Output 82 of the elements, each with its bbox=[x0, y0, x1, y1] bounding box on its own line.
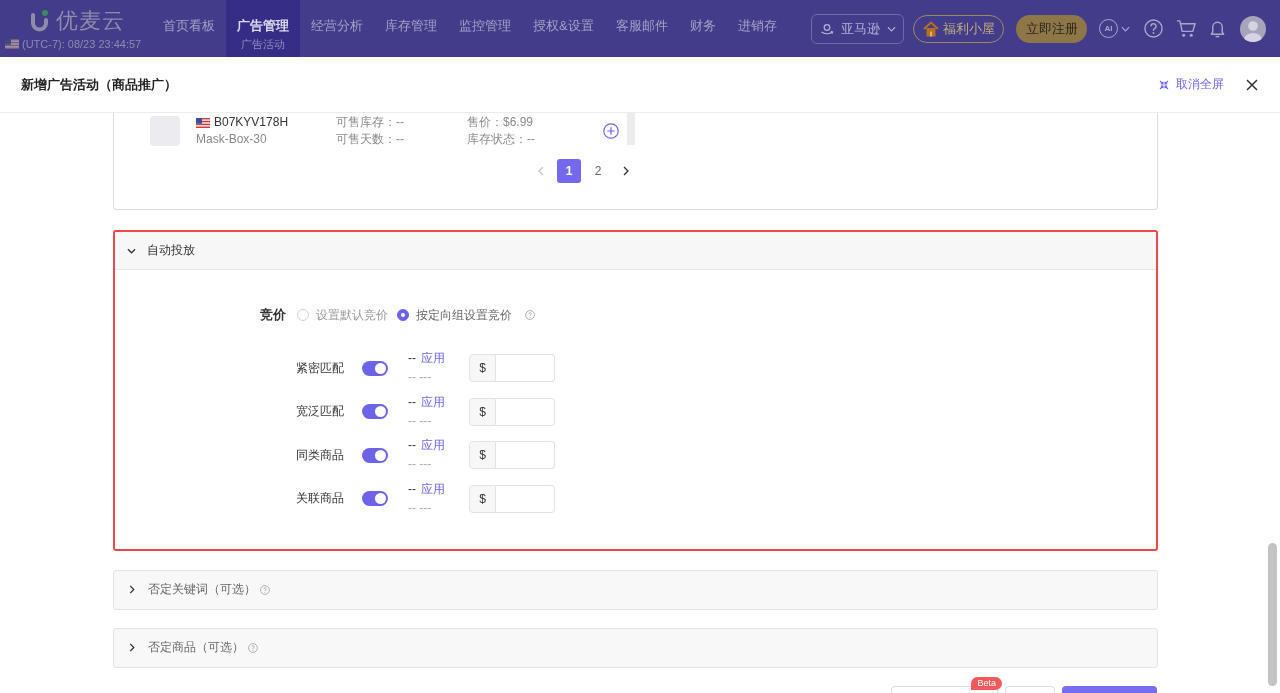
asin-text: B07KYV178H bbox=[214, 114, 289, 131]
marketplace-select[interactable]: 亚马逊 bbox=[811, 13, 904, 44]
sku-text: Mask-Box-30 bbox=[196, 131, 268, 148]
logo-text[interactable]: 优麦云 bbox=[56, 7, 125, 35]
toggle-switch[interactable] bbox=[362, 447, 388, 463]
currency-addon: $ bbox=[469, 354, 496, 382]
currency-addon: $ bbox=[469, 441, 496, 469]
chevron-right-icon[interactable] bbox=[129, 643, 135, 652]
collapsed-section[interactable]: 否定关键词（可选） bbox=[113, 569, 1158, 610]
chevron-down-icon bbox=[1121, 25, 1130, 32]
close-icon[interactable] bbox=[1246, 78, 1258, 91]
bid-input[interactable] bbox=[496, 484, 555, 513]
apply-link[interactable]: 应用 bbox=[421, 349, 445, 368]
targeting-group-label: 同类商品 bbox=[296, 446, 344, 464]
nav-tab[interactable]: 首页看板 bbox=[152, 0, 226, 57]
bid-label: 竞价 bbox=[260, 306, 286, 324]
toggle-switch[interactable] bbox=[362, 360, 388, 376]
suggested-bid-text: -- bbox=[408, 437, 416, 454]
suggested-bid-text: -- bbox=[408, 480, 416, 498]
toggle-switch[interactable] bbox=[362, 404, 388, 419]
bid-input[interactable] bbox=[496, 354, 555, 382]
nav-tab[interactable]: 监控管理 bbox=[448, 0, 522, 57]
modal-title: 新增广告活动（商品推广） bbox=[21, 75, 177, 94]
collapse-arrows-icon bbox=[1159, 79, 1169, 90]
add-circle-icon[interactable] bbox=[603, 123, 619, 139]
flag-icon bbox=[196, 117, 210, 128]
exit-fullscreen-button[interactable]: 取消全屏 bbox=[1159, 76, 1224, 93]
radio-icon[interactable] bbox=[397, 309, 409, 321]
collapsed-section[interactable]: 否定商品（可选） bbox=[113, 627, 1158, 668]
help-icon[interactable] bbox=[525, 310, 535, 320]
page-button[interactable]: 1 bbox=[557, 159, 581, 183]
page-button[interactable]: 2 bbox=[586, 159, 610, 183]
bid-range-text: -- --- bbox=[408, 412, 433, 430]
nav-tab[interactable]: 授权&设置 bbox=[522, 0, 605, 57]
stat-text: 可售库存：-- bbox=[336, 114, 405, 131]
targeting-group-label: 关联商品 bbox=[296, 490, 344, 507]
section-title[interactable]: 否定商品（可选） bbox=[148, 639, 244, 656]
radio-option[interactable]: 设置默认竞价 bbox=[297, 306, 388, 324]
nav-tab[interactable]: 客服邮件 bbox=[604, 0, 679, 57]
page-scrollbar[interactable] bbox=[1268, 543, 1277, 686]
bid-input[interactable] bbox=[496, 397, 555, 426]
nav-tab[interactable]: 进销存 bbox=[726, 0, 788, 57]
help-icon[interactable] bbox=[1144, 19, 1163, 38]
bid-range-text: -- --- bbox=[408, 369, 433, 386]
toggle-switch[interactable] bbox=[362, 491, 388, 506]
chevron-right-icon[interactable] bbox=[129, 585, 135, 594]
suggested-bid-text: -- bbox=[408, 350, 416, 367]
nav-tab[interactable]: 广告管理 广告活动 bbox=[226, 0, 300, 57]
house-icon bbox=[922, 20, 939, 37]
stat-text: 售价：$6.99 bbox=[467, 114, 535, 131]
currency-addon: $ bbox=[469, 397, 496, 426]
bell-icon[interactable] bbox=[1208, 19, 1227, 38]
radio-option[interactable]: 按定向组设置竞价 bbox=[397, 306, 512, 324]
section-title[interactable]: 自动投放 bbox=[147, 242, 195, 259]
flag-icon bbox=[5, 39, 19, 49]
nav-tab[interactable]: 库存管理 bbox=[374, 0, 448, 57]
nav-tab[interactable]: 财务 bbox=[678, 0, 727, 57]
avatar-icon[interactable] bbox=[1240, 15, 1266, 42]
bid-input[interactable] bbox=[496, 441, 555, 469]
chevron-left-icon bbox=[538, 166, 544, 176]
stat-text: 可售天数：-- bbox=[336, 131, 405, 148]
section-title[interactable]: 否定关键词（可选） bbox=[148, 581, 256, 598]
beta-badge: Beta bbox=[971, 676, 1002, 690]
cart-icon[interactable] bbox=[1176, 19, 1197, 38]
suggested-bid-text: -- bbox=[408, 393, 416, 411]
apply-link[interactable]: 应用 bbox=[421, 479, 445, 499]
logo-icon bbox=[30, 9, 49, 33]
bid-range-text: -- --- bbox=[408, 499, 433, 517]
chevron-right-icon bbox=[623, 166, 629, 176]
currency-addon: $ bbox=[469, 484, 496, 513]
targeting-group-label: 紧密匹配 bbox=[296, 359, 344, 377]
targeting-group-label: 宽泛匹配 bbox=[296, 403, 344, 420]
apply-link[interactable]: 应用 bbox=[421, 436, 445, 455]
register-button[interactable]: 立即注册 bbox=[1016, 14, 1087, 43]
bid-range-text: -- --- bbox=[408, 456, 433, 473]
apply-link[interactable]: 应用 bbox=[421, 392, 445, 412]
chevron-down-icon bbox=[886, 25, 896, 32]
nav-tab[interactable]: 经营分析 bbox=[300, 0, 374, 57]
smile-arrow-icon bbox=[819, 21, 834, 36]
chevron-down-icon[interactable] bbox=[127, 247, 136, 254]
clock-text: (UTC-7): 08/23 23:44:57 bbox=[22, 38, 142, 50]
stat-text: 库存状态：-- bbox=[467, 131, 536, 148]
